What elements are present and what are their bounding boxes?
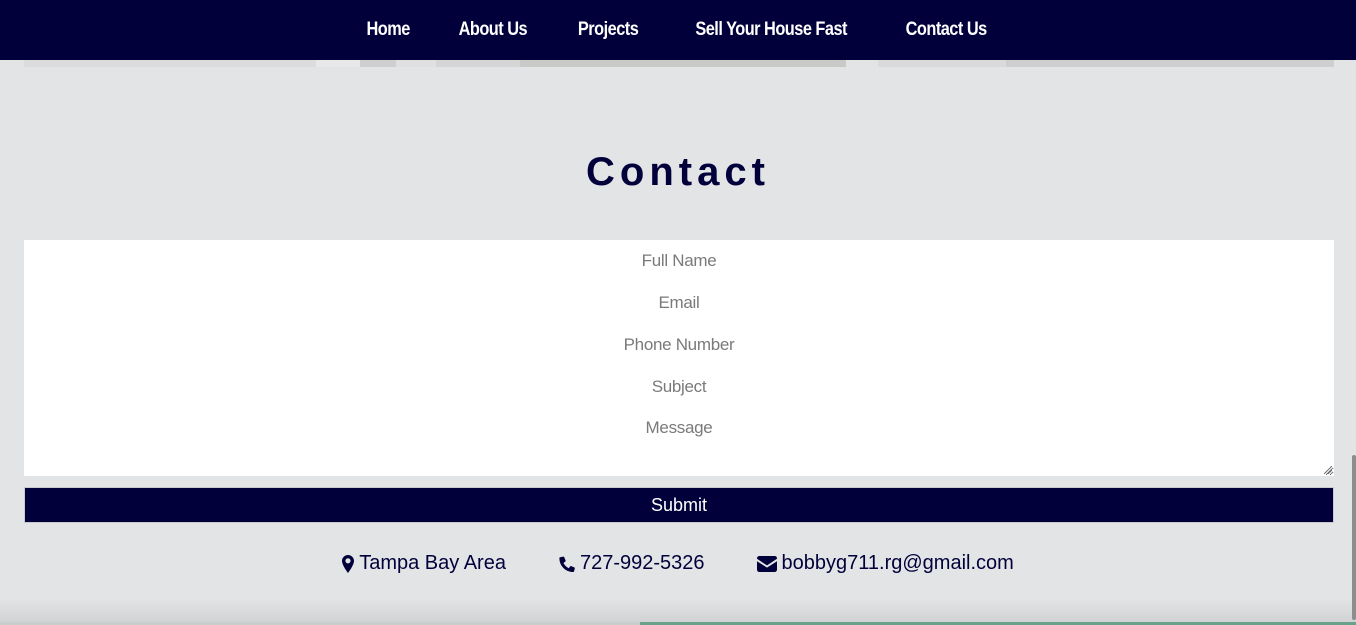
phone-icon — [558, 555, 575, 572]
gallery-image — [436, 60, 520, 67]
contact-heading: Contact — [586, 150, 770, 194]
contact-form — [24, 240, 1334, 476]
nav-item-about-us[interactable]: About Us — [441, 19, 544, 41]
gallery-image — [1006, 60, 1334, 67]
footer-shadow — [0, 598, 1356, 622]
email-input[interactable] — [24, 288, 1334, 318]
nav-item-projects[interactable]: Projects — [560, 19, 655, 41]
gallery-image — [520, 60, 846, 67]
nav-item-home[interactable]: Home — [349, 19, 427, 41]
page: Home About Us Projects Sell Your House F… — [0, 0, 1356, 625]
subject-input[interactable] — [24, 372, 1334, 402]
envelope-icon — [756, 555, 777, 572]
email-info: bobbyg711.rg@gmail.com — [756, 552, 1014, 575]
resize-grip-icon[interactable] — [1324, 466, 1332, 474]
submit-button[interactable]: Submit — [24, 487, 1334, 523]
email-text[interactable]: bobbyg711.rg@gmail.com — [782, 552, 1014, 575]
full-name-input[interactable] — [24, 246, 1334, 276]
top-navbar: Home About Us Projects Sell Your House F… — [0, 0, 1356, 60]
contact-info: Tampa Bay Area 727-992-5326 bobbyg711.rg… — [0, 552, 1356, 575]
scrollbar-thumb[interactable] — [1352, 455, 1356, 620]
location-info: Tampa Bay Area — [342, 552, 506, 575]
gallery-image — [24, 60, 316, 67]
message-textarea[interactable] — [24, 412, 1334, 476]
gallery-image — [360, 60, 396, 67]
map-marker-icon — [342, 554, 355, 573]
nav-list: Home About Us Projects Sell Your House F… — [343, 19, 1014, 41]
gallery-image — [878, 60, 1006, 67]
phone-number-input[interactable] — [24, 330, 1334, 360]
gallery-image — [316, 60, 360, 67]
phone-text[interactable]: 727-992-5326 — [580, 552, 705, 575]
gallery-gap — [846, 60, 878, 67]
gallery-strip — [24, 60, 1334, 67]
phone-info: 727-992-5326 — [558, 552, 705, 575]
nav-item-sell-your-house-fast[interactable]: Sell Your House Fast — [678, 19, 864, 41]
nav-item-contact-us[interactable]: Contact Us — [889, 19, 1004, 41]
gallery-image — [396, 60, 436, 67]
location-text: Tampa Bay Area — [359, 552, 506, 574]
